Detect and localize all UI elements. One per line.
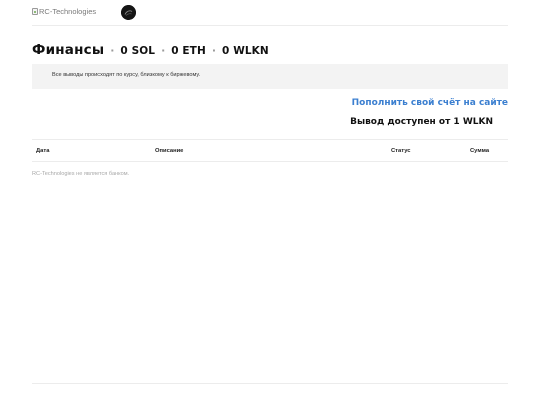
balance-eth: 0 ETH [171,45,206,57]
balances-row: Финансы · 0 SOL · 0 ETH · 0 WLKN [32,42,269,58]
balance-sol: 0 SOL [120,45,156,57]
page-title: Финансы [32,42,105,58]
logo-alt-text: RC-Technologies [39,7,97,16]
table-header-row: Дата Описание Статус Сумма [32,140,508,162]
topup-link[interactable]: Пополнить свой счёт на сайте [352,98,508,108]
broken-image-icon [32,8,38,15]
notice-text: Все выводы происходят по курсу, близкому… [52,72,201,78]
balance-wlkn: 0 WLKN [222,45,269,57]
site-header: RC-Technologies [32,0,508,26]
separator-dot: · [211,44,217,57]
column-header-date: Дата [36,148,50,154]
column-header-amount: Сумма [470,148,490,154]
footer-divider [32,383,508,384]
site-logo[interactable]: RC-Technologies [32,7,96,16]
separator-dot: · [110,44,115,57]
user-avatar[interactable] [121,5,136,20]
column-header-status: Статус [391,148,411,154]
separator-dot: · [161,44,166,57]
transactions-table: Дата Описание Статус Сумма [32,139,508,162]
withdraw-minimum-note: Вывод доступен от 1 WLKN [350,117,493,127]
column-header-description: Описание [155,148,184,154]
bank-disclaimer: RC-Technologies не является банком. [32,171,130,177]
exchange-rate-notice: Все выводы происходят по курсу, близкому… [32,64,508,89]
finance-page: RC-Technologies Финансы · 0 SOL · 0 ETH … [0,0,540,405]
